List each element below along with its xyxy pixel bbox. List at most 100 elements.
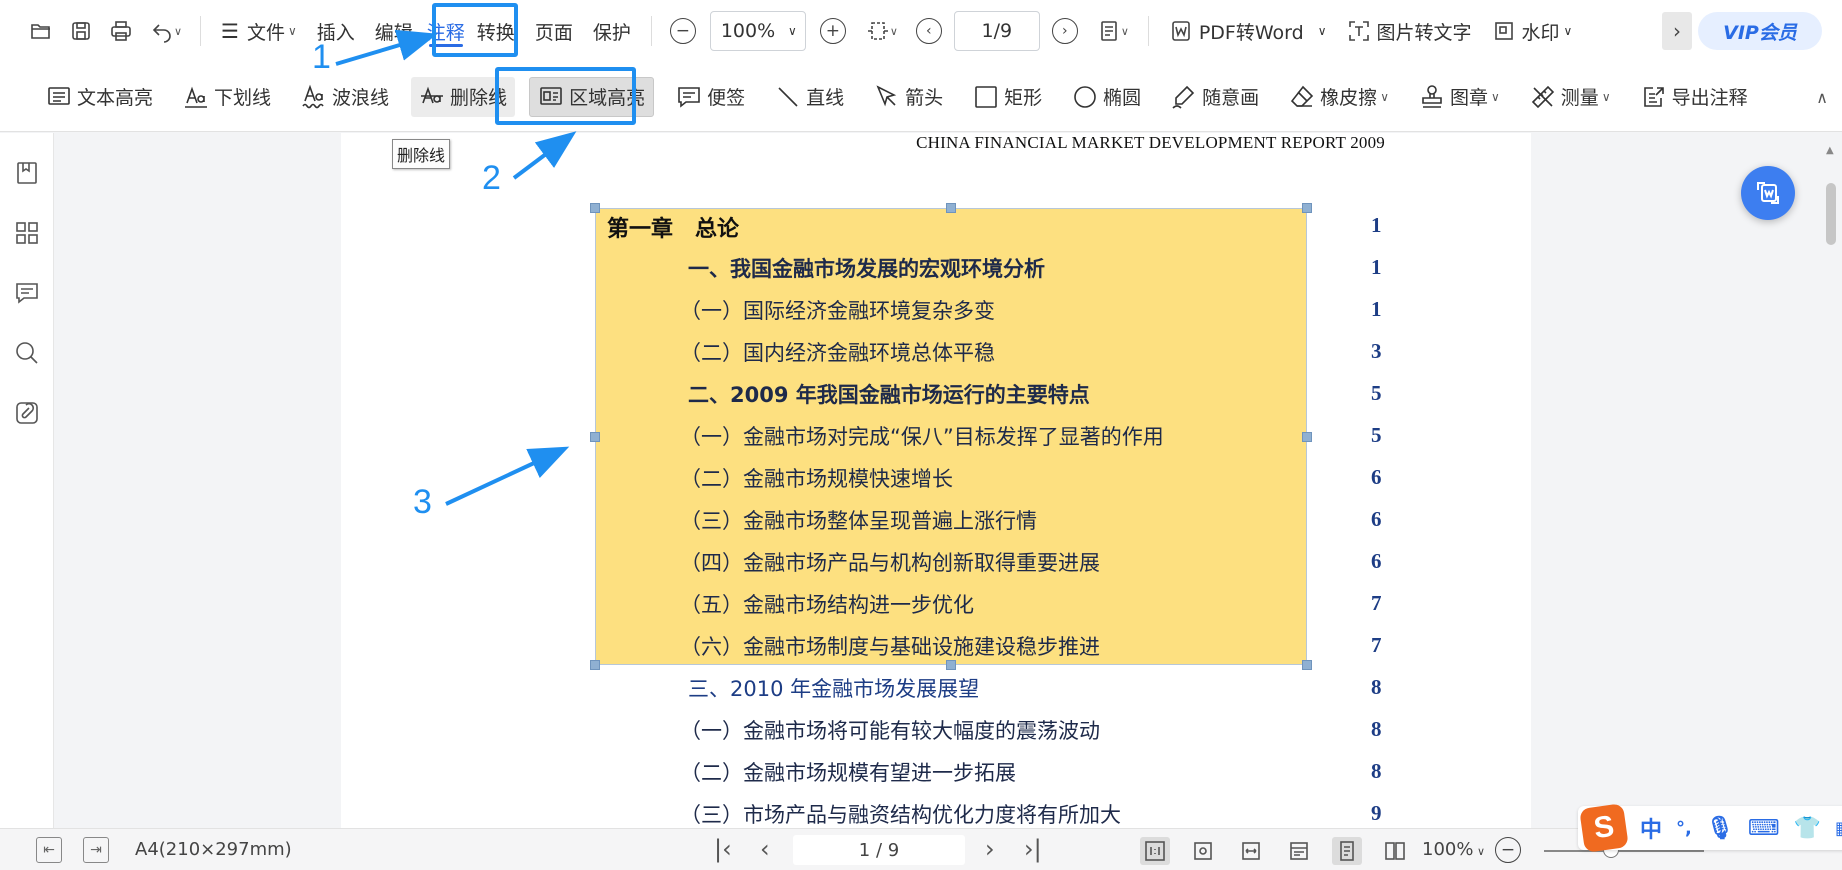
pdf-to-word-button[interactable]: PDF转Word ∨ xyxy=(1169,18,1327,45)
measure-button[interactable]: 测量 ∨ xyxy=(1522,77,1619,117)
toc-entry-text: 第一章 总论 xyxy=(607,217,740,242)
skin-icon[interactable]: 👕 xyxy=(1794,816,1821,841)
text-highlight-label: 文本高亮 xyxy=(77,87,154,109)
prev-page-icon[interactable]: ‹ xyxy=(915,18,942,44)
note-button[interactable]: 便签 xyxy=(668,77,753,117)
tab-page[interactable]: 页面 xyxy=(525,11,583,51)
microphone-icon[interactable]: 🎙 xyxy=(1706,816,1734,841)
watermark-button[interactable]: 水印 ∨ xyxy=(1492,18,1572,45)
bookmark-icon[interactable] xyxy=(14,160,40,186)
comments-icon[interactable] xyxy=(14,280,40,306)
status-zoom[interactable]: 100% ∨ xyxy=(1422,839,1485,860)
double-page-icon[interactable] xyxy=(1380,837,1410,865)
toc-row[interactable]: （三）市场产品与融资结构优化力度将有所加大 9 xyxy=(341,799,1531,828)
actual-size-icon[interactable] xyxy=(1140,837,1170,865)
ime-language[interactable]: 中 xyxy=(1640,812,1662,844)
pen-icon xyxy=(1172,85,1195,109)
floating-convert-button[interactable] xyxy=(1741,166,1795,220)
menu-file[interactable]: ☰ 文件 ∨ xyxy=(211,11,307,51)
image-to-text-button[interactable]: 图片转文字 xyxy=(1347,18,1472,45)
attachment-icon[interactable] xyxy=(14,400,40,426)
zoom-out-icon[interactable]: − xyxy=(669,18,696,44)
toc-row[interactable]: （一）金融市场将可能有较大幅度的震荡波动 8 xyxy=(341,715,1531,755)
last-page-icon[interactable]: ›| xyxy=(1024,835,1042,863)
line-button[interactable]: 直线 xyxy=(767,77,852,117)
open-folder-icon[interactable] xyxy=(22,12,60,50)
reading-mode-icon[interactable] xyxy=(1284,837,1314,865)
toc-row[interactable]: （三）金融市场整体呈现普遍上涨行情 6 xyxy=(341,505,1531,545)
first-page-icon[interactable]: |‹ xyxy=(714,835,732,863)
toc-row[interactable]: （四）金融市场产品与机构创新取得重要进展 6 xyxy=(341,547,1531,587)
toc-page-number: 8 xyxy=(1371,717,1382,741)
chevron-down-icon: ∨ xyxy=(788,24,797,38)
keyboard-icon[interactable]: ⌨ xyxy=(1748,816,1780,841)
toc-row[interactable]: （一）国际经济金融环境复杂多变 1 xyxy=(341,295,1531,335)
tab-protect[interactable]: 保护 xyxy=(583,11,641,51)
freehand-button[interactable]: 随意画 xyxy=(1163,77,1267,117)
tab-edit[interactable]: 编辑 xyxy=(365,11,417,51)
toc-entry-text: （三）金融市场整体呈现普遍上涨行情 xyxy=(680,509,1037,533)
scrollbar-thumb[interactable] xyxy=(1826,183,1836,245)
toc-entry-text: （一）国际经济金融环境复杂多变 xyxy=(680,299,995,323)
arrow-button[interactable]: 箭头 xyxy=(866,77,951,117)
zoom-select[interactable]: 100% ∨ xyxy=(709,11,806,51)
menu-file-label: 文件 xyxy=(246,21,285,44)
underline-label: 下划线 xyxy=(214,87,272,109)
toc-row[interactable]: （二）国内经济金融环境总体平稳 3 xyxy=(341,337,1531,377)
toc-row[interactable]: 三、2010 年金融市场发展展望 8 xyxy=(341,673,1531,713)
toc-page-number: 1 xyxy=(1371,297,1382,321)
eraser-button[interactable]: 橡皮擦 ∨ xyxy=(1281,77,1397,117)
collapse-left-panel-icon[interactable]: ⇤ xyxy=(36,837,62,863)
status-page-input[interactable]: 1 / 9 xyxy=(793,835,965,865)
toc-page-number: 9 xyxy=(1371,801,1382,825)
stamp-label: 图章 xyxy=(1449,87,1488,109)
zoom-in-icon[interactable]: + xyxy=(819,18,846,44)
toc-row[interactable]: （二）金融市场规模有望进一步拓展 8 xyxy=(341,757,1531,797)
vip-button[interactable]: VIP会员 xyxy=(1698,12,1822,50)
toc-row[interactable]: （一）金融市场对完成“保八”目标发挥了显著的作用 5 xyxy=(341,421,1531,461)
toc-row[interactable]: （五）金融市场结构进一步优化 7 xyxy=(341,589,1531,629)
page-number-input[interactable]: 1/9 xyxy=(953,11,1040,51)
stamp-button[interactable]: 图章 ∨ xyxy=(1411,77,1508,117)
status-zoom-out-icon[interactable]: − xyxy=(1495,837,1521,863)
ime-punctuation[interactable]: °, xyxy=(1676,818,1692,839)
print-icon[interactable] xyxy=(102,12,140,50)
search-icon[interactable] xyxy=(14,340,40,366)
grid-menu-icon[interactable]: ▦ xyxy=(1835,818,1842,839)
prev-page-icon[interactable]: ‹ xyxy=(760,835,770,863)
annotation-label-2: 2 xyxy=(482,159,501,197)
undo-icon[interactable]: ∨ xyxy=(142,12,190,50)
more-tools-button[interactable]: › xyxy=(1662,12,1692,50)
toc-entry-text: （四）金融市场产品与机构创新取得重要进展 xyxy=(680,551,1100,575)
toc-row[interactable]: 一、我国金融市场发展的宏观环境分析 1 xyxy=(341,253,1531,293)
word-icon xyxy=(1172,21,1190,41)
fit-width-icon[interactable] xyxy=(1236,837,1266,865)
toc-page-number: 8 xyxy=(1371,675,1382,699)
sogou-logo-icon[interactable]: S xyxy=(1579,803,1629,853)
rectangle-button[interactable]: 矩形 xyxy=(965,77,1050,117)
line-label: 直线 xyxy=(806,87,845,109)
tab-page-label: 页面 xyxy=(534,21,573,44)
scroll-up-icon[interactable]: ▲ xyxy=(1826,145,1834,156)
next-page-icon[interactable]: › xyxy=(1051,18,1078,44)
toc-row[interactable]: 二、2009 年我国金融市场运行的主要特点 5 xyxy=(341,379,1531,419)
next-page-icon[interactable]: › xyxy=(985,835,995,863)
ellipse-button[interactable]: 椭圆 xyxy=(1064,77,1149,117)
underline-button[interactable]: 下划线 xyxy=(175,77,279,117)
export-notes-button[interactable]: 导出注释 xyxy=(1633,77,1756,117)
text-highlight-button[interactable]: 文本高亮 xyxy=(38,77,161,117)
page-view-icon[interactable]: ∨ xyxy=(1088,12,1138,50)
toc-row[interactable]: （六）金融市场制度与基础设施建设稳步推进 7 xyxy=(341,631,1531,671)
toc-row[interactable]: 第一章 总论 1 xyxy=(341,211,1531,251)
zoom-slider[interactable] xyxy=(1544,850,1704,852)
single-page-icon[interactable] xyxy=(1332,837,1362,865)
wavy-line-button[interactable]: 波浪线 xyxy=(293,77,397,117)
toc-row[interactable]: （二）金融市场规模快速增长 6 xyxy=(341,463,1531,503)
fit-window-icon[interactable] xyxy=(1188,837,1218,865)
expand-left-panel-icon[interactable]: ⇥ xyxy=(83,837,109,863)
chevron-down-icon: ∨ xyxy=(1317,24,1327,38)
collapse-toolbar-icon[interactable]: ∧ xyxy=(1816,88,1828,107)
fit-page-icon[interactable]: ∨ xyxy=(856,12,908,50)
save-icon[interactable] xyxy=(62,12,100,50)
thumbnails-icon[interactable] xyxy=(14,220,40,246)
